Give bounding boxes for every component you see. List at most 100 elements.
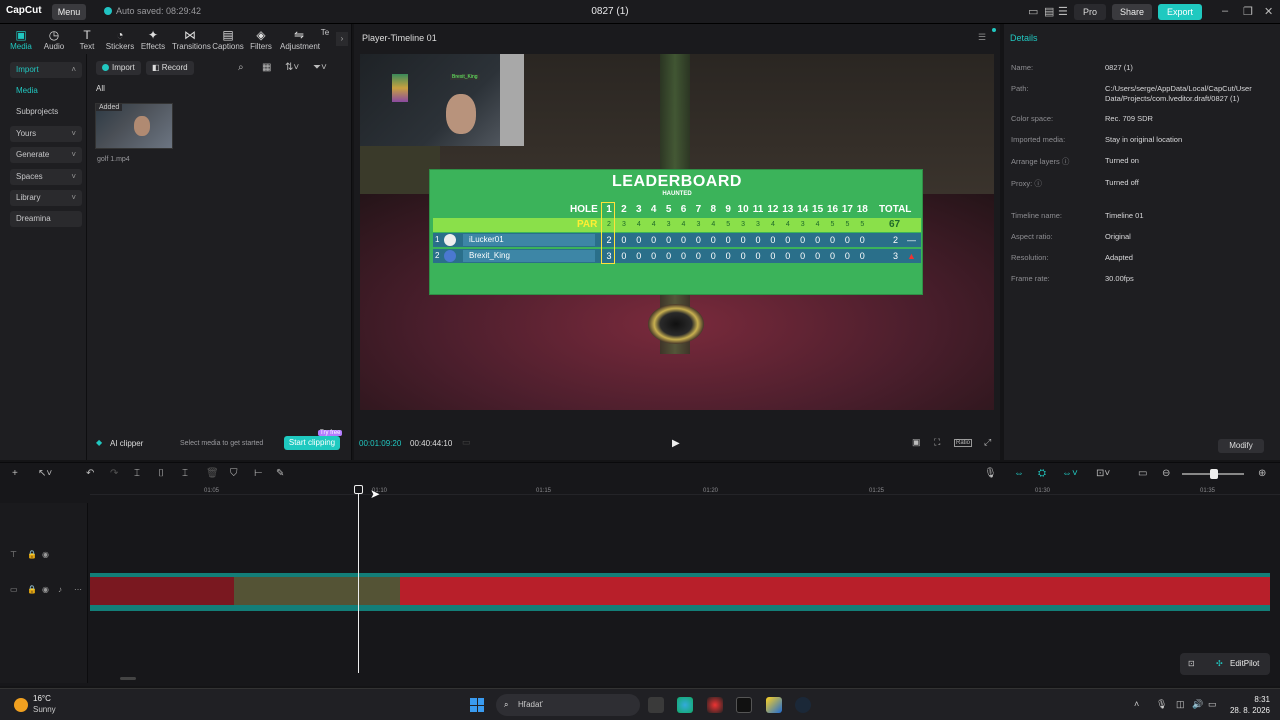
auto-snap-icon[interactable]: ⛭ xyxy=(1038,468,1046,479)
crop-icon[interactable]: ⛶ xyxy=(934,437,940,448)
zoom-slider-handle[interactable] xyxy=(1210,469,1218,479)
split-icon[interactable]: ⌶ xyxy=(134,468,140,479)
close-icon[interactable]: ✕ xyxy=(1264,5,1273,18)
taskbar-search[interactable]: ⌕ Hľadať xyxy=(496,694,640,716)
layout-icon[interactable]: ▭ xyxy=(1028,5,1038,18)
redo-icon[interactable]: ↷ xyxy=(110,468,118,479)
lock-icon[interactable]: 🔒 xyxy=(27,550,37,559)
eye-icon[interactable]: ◉ xyxy=(42,585,49,594)
app-icon[interactable] xyxy=(707,697,723,713)
sidebar-item-subprojects[interactable]: Subprojects xyxy=(10,104,82,120)
undo-icon[interactable]: ↶ xyxy=(86,468,94,479)
maximize-icon[interactable]: ❐ xyxy=(1243,5,1253,18)
score-cell: 0 xyxy=(680,251,686,261)
sidebar-item-generate[interactable]: Generate ˅ xyxy=(10,147,82,163)
split-right-icon[interactable]: ⌶ xyxy=(182,468,188,479)
search-icon[interactable]: ⌕ xyxy=(238,62,244,73)
time-ruler[interactable] xyxy=(90,485,1280,495)
zoom-out-icon[interactable]: ⊖ xyxy=(1162,468,1170,479)
tab-adjustment[interactable]: ⇋ Adjustment xyxy=(280,28,320,51)
preview-axis-icon[interactable]: ⊡˅ xyxy=(1096,468,1110,479)
pro-button[interactable]: Pro xyxy=(1074,4,1106,20)
select-tool-icon[interactable]: ↖˅ xyxy=(38,468,52,479)
video-preview[interactable]: Brexit_King LEADERBOARD HAUNTED HOLE TOT… xyxy=(360,54,994,410)
settings-icon[interactable]: ☰ xyxy=(1058,5,1068,18)
more-icon[interactable]: ⋯ xyxy=(74,585,82,594)
tab-template[interactable]: Te xyxy=(318,28,332,37)
mic-tray-icon[interactable]: 🎙 xyxy=(1156,699,1167,710)
record-button[interactable]: ◧ Record xyxy=(146,61,194,75)
marker-icon[interactable]: ⛉ xyxy=(230,468,238,479)
sort-icon[interactable]: ⇅˅ xyxy=(285,62,299,73)
volume-icon[interactable]: 🔊 xyxy=(1192,699,1203,710)
media-panel: ▣ Media ◷ Audio T Text ◔ Stickers ✦ Effects ⋈… xyxy=(0,24,352,460)
tabs-scroll-right-icon[interactable]: › xyxy=(336,32,348,46)
windows-start-icon[interactable] xyxy=(470,698,484,712)
capcut-icon[interactable] xyxy=(736,697,752,713)
sidebar-item-spaces[interactable]: Spaces ˅ xyxy=(10,169,82,185)
weather-sun-icon[interactable] xyxy=(14,698,28,712)
system-clock[interactable]: 8:31 28. 8. 2026 xyxy=(1220,694,1270,716)
sidebar-item-library[interactable]: Library ˅ xyxy=(10,190,82,206)
tab-stickers[interactable]: ◔ Stickers xyxy=(103,28,137,51)
tab-transitions[interactable]: ⋈ Transitions xyxy=(172,28,211,51)
edge-icon[interactable] xyxy=(677,697,693,713)
minimize-icon[interactable]: – xyxy=(1222,5,1228,17)
ratio-button[interactable]: Ratio xyxy=(954,439,973,447)
tab-filters[interactable]: ◈ Filters xyxy=(244,28,278,51)
filter-icon[interactable]: ⏷˅ xyxy=(313,62,327,73)
sidebar-item-media[interactable]: Media xyxy=(16,86,38,95)
battery-icon[interactable]: ▭ xyxy=(1208,699,1217,710)
clock-time: 8:31 xyxy=(1254,695,1270,704)
keyboard-icon[interactable]: ▤ xyxy=(1044,5,1054,18)
steam-icon[interactable] xyxy=(795,697,811,713)
detail-key: Imported media: xyxy=(1011,135,1066,144)
network-icon[interactable]: ◫ xyxy=(1176,699,1185,710)
share-button[interactable]: Share xyxy=(1112,4,1152,20)
lock-icon[interactable]: 🔒 xyxy=(27,585,37,594)
fullres-icon[interactable]: ▣ xyxy=(912,437,921,448)
modify-button[interactable]: Modify xyxy=(1218,439,1264,453)
tab-audio[interactable]: ◷ Audio xyxy=(37,28,71,51)
taskview-icon[interactable] xyxy=(648,697,664,713)
tab-media[interactable]: ▣ Media xyxy=(4,28,38,51)
menu-button[interactable]: Menu xyxy=(52,4,86,20)
microphone-icon[interactable]: 🎙 xyxy=(984,468,997,479)
freeze-icon[interactable]: ⊢ xyxy=(254,468,263,479)
ai-clipper-hint: Select media to get started xyxy=(180,440,264,447)
grid-view-icon[interactable]: ▦ xyxy=(262,62,271,73)
eye-icon[interactable]: ◉ xyxy=(42,550,49,559)
sidebar-item-dreamina[interactable]: Dreamina xyxy=(10,211,82,227)
media-thumbnail[interactable]: Added xyxy=(95,103,173,149)
tray-expand-icon[interactable]: ˄ xyxy=(1134,699,1139,709)
timeline-scrollbar[interactable] xyxy=(120,677,136,680)
start-clipping-button[interactable]: Start clipping xyxy=(284,436,340,450)
linkage-icon[interactable]: ⇔˅ xyxy=(1062,468,1078,479)
sidebar-item-yours[interactable]: Yours ˅ xyxy=(10,126,82,142)
import-button[interactable]: Import xyxy=(96,61,141,75)
main-track-magnet-icon[interactable]: ⇔ xyxy=(1014,468,1024,479)
winamp-icon[interactable] xyxy=(766,697,782,713)
playhead-handle[interactable] xyxy=(354,485,363,494)
play-icon[interactable]: ▶ xyxy=(672,438,680,449)
captions-track-icon[interactable]: ▭ xyxy=(1138,468,1147,479)
playhead[interactable] xyxy=(354,485,363,673)
split-left-icon[interactable]: ⌷ xyxy=(158,468,164,479)
tab-captions[interactable]: ▤ Captions xyxy=(211,28,245,51)
export-button[interactable]: Export xyxy=(1158,4,1202,20)
add-track-icon[interactable]: + xyxy=(12,468,18,479)
delete-icon[interactable]: 🗑 xyxy=(206,468,219,479)
video-clip[interactable] xyxy=(90,573,1270,611)
filter-all[interactable]: All xyxy=(96,84,105,93)
feedback-icon: ⊡ xyxy=(1188,659,1195,668)
editpilot-button[interactable]: ⊡ ✣ EditPilot xyxy=(1180,653,1270,675)
tab-text[interactable]: T Text xyxy=(70,28,104,51)
player-menu-icon[interactable]: ☰ xyxy=(978,32,986,43)
hole-row: HOLE TOTAL 1 2 3 4 5 6 7 8 9 10 11 12 13 14 15 16 17 18 xyxy=(433,203,921,217)
audio-icon[interactable]: ♪ xyxy=(58,585,62,594)
zoom-in-icon[interactable]: ⊕ xyxy=(1258,468,1266,479)
sidebar-item-import[interactable]: Import ˄ xyxy=(10,62,82,78)
tab-effects[interactable]: ✦ Effects xyxy=(136,28,170,51)
magic-icon[interactable]: ✎ xyxy=(276,468,284,479)
fullscreen-icon[interactable]: ⤢ xyxy=(984,437,991,448)
